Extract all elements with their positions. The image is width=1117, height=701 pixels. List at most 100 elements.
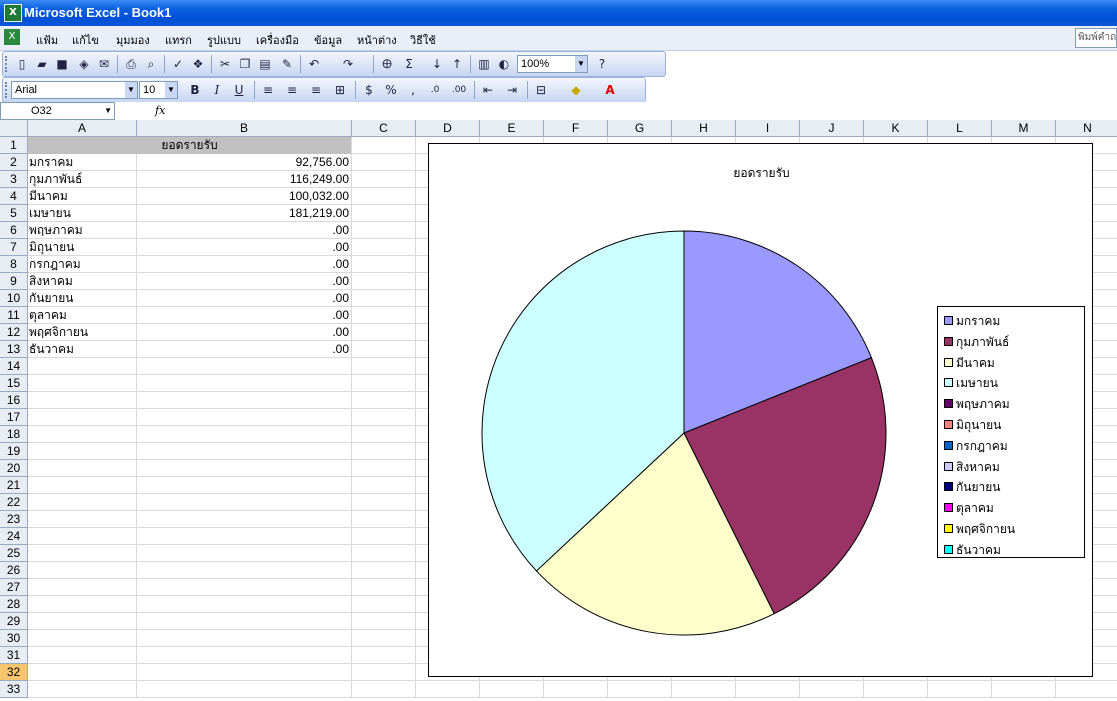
value-cell[interactable]: 92,756.00: [137, 154, 351, 171]
row-header-29[interactable]: 29: [0, 613, 28, 630]
increase-indent-icon[interactable]: ⇥: [503, 81, 521, 99]
undo-icon[interactable]: ↶: [305, 55, 323, 73]
sort-descending-icon[interactable]: ↑: [448, 55, 466, 73]
copy-icon[interactable]: ❐: [236, 55, 254, 73]
menu-edit[interactable]: แก้ไข: [72, 31, 99, 49]
column-header-j[interactable]: J: [800, 120, 864, 137]
chevron-down-icon[interactable]: ▼: [575, 56, 587, 72]
cut-icon[interactable]: ✂: [216, 55, 234, 73]
month-cell[interactable]: กรกฎาคม: [29, 256, 136, 273]
row-header-13[interactable]: 13: [0, 341, 28, 358]
decrease-indent-icon[interactable]: ⇤: [479, 81, 497, 99]
value-cell[interactable]: .00: [137, 256, 351, 273]
month-cell[interactable]: มีนาคม: [29, 188, 136, 205]
menu-format[interactable]: รูปแบบ: [207, 31, 241, 49]
zoom-select[interactable]: 100% ▼: [517, 55, 588, 73]
column-header-g[interactable]: G: [608, 120, 672, 137]
row-header-20[interactable]: 20: [0, 460, 28, 477]
format-painter-icon[interactable]: ✎: [278, 55, 296, 73]
menu-data[interactable]: ข้อมูล: [314, 31, 342, 49]
row-header-30[interactable]: 30: [0, 630, 28, 647]
row-header-24[interactable]: 24: [0, 528, 28, 545]
research-icon[interactable]: ❖: [189, 55, 207, 73]
value-cell[interactable]: 116,249.00: [137, 171, 351, 188]
row-header-7[interactable]: 7: [0, 239, 28, 256]
toolbar-grip[interactable]: [5, 56, 10, 72]
column-header-f[interactable]: F: [544, 120, 608, 137]
row-header-2[interactable]: 2: [0, 154, 28, 171]
row-header-10[interactable]: 10: [0, 290, 28, 307]
row-header-1[interactable]: 1: [0, 137, 28, 154]
row-header-23[interactable]: 23: [0, 511, 28, 528]
row-header-17[interactable]: 17: [0, 409, 28, 426]
insert-function-icon[interactable]: fx: [155, 104, 165, 117]
drawing-icon[interactable]: ◐: [495, 55, 513, 73]
value-cell[interactable]: .00: [137, 307, 351, 324]
paste-icon[interactable]: ▤: [256, 55, 274, 73]
sort-ascending-icon[interactable]: ↓: [428, 55, 446, 73]
row-header-19[interactable]: 19: [0, 443, 28, 460]
new-icon[interactable]: ▯: [13, 55, 31, 73]
column-header-d[interactable]: D: [416, 120, 480, 137]
month-cell[interactable]: มกราคม: [29, 154, 136, 171]
help-question-box[interactable]: พิมพ์คำถาม: [1075, 28, 1117, 48]
font-color-icon[interactable]: A: [601, 81, 619, 99]
align-left-icon[interactable]: ≡: [259, 81, 277, 99]
open-icon[interactable]: ▰: [33, 55, 51, 73]
row-header-18[interactable]: 18: [0, 426, 28, 443]
increase-decimal-icon[interactable]: .0: [426, 81, 444, 99]
toolbar-grip[interactable]: [5, 82, 10, 98]
row-header-27[interactable]: 27: [0, 579, 28, 596]
borders-icon[interactable]: ⊟: [532, 81, 550, 99]
email-icon[interactable]: ✉: [95, 55, 113, 73]
row-header-9[interactable]: 9: [0, 273, 28, 290]
month-cell[interactable]: พฤษภาคม: [29, 222, 136, 239]
column-header-i[interactable]: I: [736, 120, 800, 137]
underline-icon[interactable]: U: [230, 81, 248, 99]
chevron-down-icon[interactable]: ▼: [165, 82, 177, 98]
align-right-icon[interactable]: ≡: [307, 81, 325, 99]
permission-icon[interactable]: ◈: [75, 55, 93, 73]
currency-icon[interactable]: $: [360, 81, 378, 99]
print-preview-icon[interactable]: ⌕: [142, 55, 160, 73]
row-header-4[interactable]: 4: [0, 188, 28, 205]
print-icon[interactable]: ⎙: [122, 55, 140, 73]
chevron-down-icon[interactable]: ▼: [104, 103, 112, 119]
italic-icon[interactable]: I: [208, 81, 226, 99]
select-all-corner[interactable]: [0, 120, 28, 137]
month-cell[interactable]: เมษายน: [29, 205, 136, 222]
month-cell[interactable]: กุมภาพันธ์: [29, 171, 136, 188]
row-header-26[interactable]: 26: [0, 562, 28, 579]
row-header-22[interactable]: 22: [0, 494, 28, 511]
chevron-down-icon[interactable]: ▼: [125, 82, 137, 98]
column-header-m[interactable]: M: [992, 120, 1056, 137]
month-cell[interactable]: กันยายน: [29, 290, 136, 307]
sheet-header-cell[interactable]: ยอดรายรับ: [28, 137, 351, 154]
column-header-l[interactable]: L: [928, 120, 992, 137]
autosum-icon[interactable]: Σ: [400, 55, 418, 73]
row-header-31[interactable]: 31: [0, 647, 28, 664]
column-header-a[interactable]: A: [28, 120, 137, 137]
menu-help[interactable]: วิธีใช้: [410, 31, 436, 49]
workbook-icon[interactable]: X: [4, 29, 20, 45]
pie-chart[interactable]: ยอดรายรับ มกราคม กุมภาพันธ์ มีนาคม เมษายน พฤ…: [428, 143, 1093, 677]
percent-icon[interactable]: %: [382, 81, 400, 99]
bold-icon[interactable]: B: [186, 81, 204, 99]
merge-center-icon[interactable]: ⊞: [331, 81, 349, 99]
name-box[interactable]: O32 ▼: [0, 102, 115, 120]
row-header-8[interactable]: 8: [0, 256, 28, 273]
menu-view[interactable]: มุมมอง: [116, 31, 150, 49]
column-header-k[interactable]: K: [864, 120, 928, 137]
menu-file[interactable]: แฟ้ม: [36, 31, 58, 49]
row-header-33[interactable]: 33: [0, 681, 28, 698]
row-header-14[interactable]: 14: [0, 358, 28, 375]
row-header-16[interactable]: 16: [0, 392, 28, 409]
align-center-icon[interactable]: ≡: [283, 81, 301, 99]
value-cell[interactable]: .00: [137, 239, 351, 256]
column-header-n[interactable]: N: [1056, 120, 1117, 137]
column-header-b[interactable]: B: [137, 120, 352, 137]
row-header-12[interactable]: 12: [0, 324, 28, 341]
value-cell[interactable]: .00: [137, 222, 351, 239]
save-icon[interactable]: ■: [53, 55, 71, 73]
row-header-25[interactable]: 25: [0, 545, 28, 562]
